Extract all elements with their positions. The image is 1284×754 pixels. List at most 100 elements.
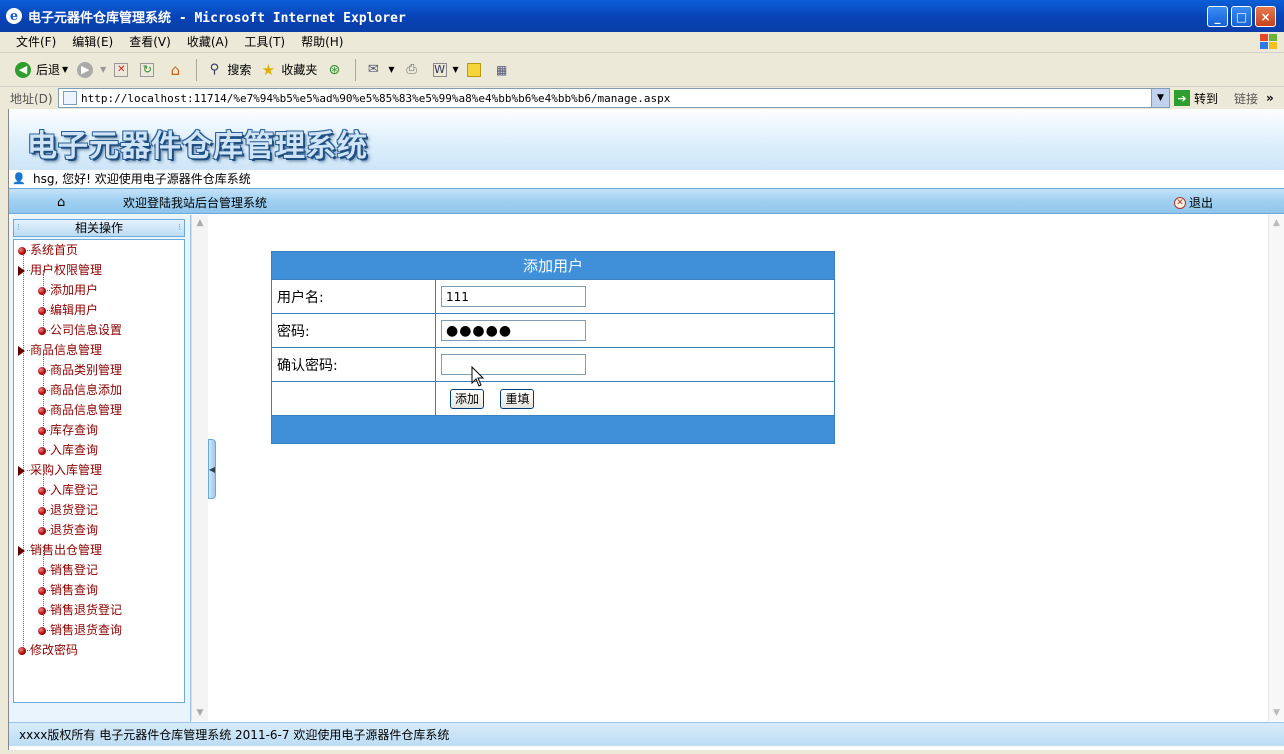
sidebar-item[interactable]: 销售退货登记 <box>38 600 122 620</box>
password-input[interactable] <box>441 320 586 341</box>
collapse-sidebar-button[interactable]: ◀ <box>208 439 216 499</box>
word-edit-icon: W <box>432 62 447 77</box>
sidebar-item[interactable]: 入库登记 <box>38 480 98 500</box>
address-box[interactable]: ▼ <box>58 88 1170 108</box>
menu-file[interactable]: 文件(F) <box>8 32 64 53</box>
confirm-password-input[interactable] <box>441 354 586 375</box>
confirm-password-label: 确认密码: <box>271 347 436 382</box>
search-icon: ⚲ <box>209 62 220 77</box>
sidebar-item[interactable]: 系统首页 <box>18 240 78 260</box>
sidebar-group[interactable]: 商品信息管理 <box>18 340 102 360</box>
sidebar-item[interactable]: 编辑用户 <box>38 300 98 320</box>
tree-guide-line <box>43 290 44 310</box>
sidebar-item[interactable]: 退货登记 <box>38 500 98 520</box>
logout-link[interactable]: ✕ 退出 <box>1173 194 1213 211</box>
stop-button[interactable]: ✕ <box>110 57 136 83</box>
sidebar-item[interactable]: 修改密码 <box>18 640 78 660</box>
bullet-icon <box>38 306 46 315</box>
toolbar-separator <box>355 58 357 81</box>
sidebar-item[interactable]: 销售登记 <box>38 560 98 580</box>
sidebar-item-label: 编辑用户 <box>50 303 99 317</box>
tree-guide-line <box>43 510 44 530</box>
scroll-up-icon[interactable]: ▲ <box>192 215 208 231</box>
sidebar-group[interactable]: 用户权限管理 <box>18 260 102 280</box>
reset-button[interactable]: 重填 <box>500 388 535 409</box>
favorites-button[interactable]: ★ 收藏夹 <box>255 57 321 83</box>
logout-label: 退出 <box>1188 196 1213 210</box>
discuss-button[interactable] <box>463 57 489 83</box>
edit-button[interactable]: W ▼ <box>429 57 463 83</box>
sidebar-item[interactable]: 添加用户 <box>38 280 98 300</box>
add-button[interactable]: 添加 <box>450 388 485 409</box>
print-icon: ⎙ <box>406 62 417 77</box>
sidebar-item[interactable]: 商品信息管理 <box>38 400 122 420</box>
address-dropdown-icon[interactable]: ▼ <box>1151 89 1169 107</box>
windows-flag-icon <box>1258 33 1278 51</box>
menu-bar: 文件(F) 编辑(E) 查看(V) 收藏(A) 工具(T) 帮助(H) <box>0 32 1284 53</box>
search-label: 搜索 <box>227 63 252 77</box>
bullet-icon <box>38 606 46 615</box>
maximize-button[interactable]: □ <box>1231 6 1252 27</box>
bullet-icon <box>38 486 46 495</box>
bullet-icon <box>38 406 46 415</box>
sidebar-item[interactable]: 库存查询 <box>38 420 98 440</box>
research-button[interactable]: ▦ <box>489 57 519 83</box>
address-label: 地址(D) <box>10 91 53 106</box>
links-more-icon[interactable]: » <box>1266 91 1274 105</box>
menu-favorites[interactable]: 收藏(A) <box>179 32 237 53</box>
window-title: 电子元器件仓库管理系统 - Microsoft Internet Explore… <box>28 10 406 26</box>
sidebar-item[interactable]: 商品类别管理 <box>38 360 122 380</box>
forward-button[interactable]: ▶ ▼ <box>72 57 110 83</box>
mail-button[interactable]: ✉ ▼ <box>360 57 398 83</box>
system-name: 电子元器件仓库管理系统 <box>27 129 368 164</box>
go-button[interactable]: ➔ 转到 <box>1174 90 1218 107</box>
forward-dropdown-icon[interactable]: ▼ <box>100 65 106 74</box>
sidebar-item-label: 库存查询 <box>50 423 99 437</box>
sidebar-item[interactable]: 商品信息添加 <box>38 380 122 400</box>
links-button[interactable]: 链接 <box>1234 90 1258 107</box>
sidebar-item[interactable]: 公司信息设置 <box>38 320 122 340</box>
home-icon[interactable]: ⌂ <box>57 195 65 210</box>
sidebar-group[interactable]: 销售出仓管理 <box>18 540 102 560</box>
home-button[interactable]: ⌂ <box>162 57 192 83</box>
password-label: 密码: <box>271 313 436 348</box>
sidebar-item[interactable]: 销售退货查询 <box>38 620 122 640</box>
tree-guide-line <box>43 390 44 410</box>
menu-tools[interactable]: 工具(T) <box>236 32 293 53</box>
minimize-button[interactable]: _ <box>1207 6 1228 27</box>
edit-dropdown-icon[interactable]: ▼ <box>453 65 459 74</box>
menu-view[interactable]: 查看(V) <box>121 32 179 53</box>
sidebar-item[interactable]: 入库查询 <box>38 440 98 460</box>
tree-guide-line <box>43 410 44 430</box>
back-button[interactable]: ◀ 后退 ▼ <box>10 57 72 83</box>
sidebar-item-label: 退货登记 <box>50 503 99 517</box>
close-button[interactable]: × <box>1255 6 1276 27</box>
sidebar-item-label: 销售退货登记 <box>50 603 123 617</box>
address-input[interactable] <box>81 91 1141 105</box>
scroll-down-icon[interactable]: ▼ <box>192 705 208 721</box>
bullet-icon <box>38 626 46 635</box>
go-label: 转到 <box>1194 91 1219 106</box>
sidebar-item[interactable]: 退货查询 <box>38 520 98 540</box>
username-input[interactable] <box>441 286 586 307</box>
bullet-icon <box>38 426 46 435</box>
mail-dropdown-icon[interactable]: ▼ <box>388 65 394 74</box>
sidebar-group[interactable]: 采购入库管理 <box>18 460 102 480</box>
sidebar-item-label: 销售登记 <box>50 563 99 577</box>
sidebar-item[interactable]: 销售查询 <box>38 580 98 600</box>
bullet-icon <box>38 386 46 395</box>
refresh-button[interactable]: ↻ <box>136 57 162 83</box>
scroll-up-icon[interactable]: ▲ <box>1269 215 1284 231</box>
main-scrollbar[interactable]: ▲ ▼ <box>1268 215 1284 721</box>
scroll-down-icon[interactable]: ▼ <box>1269 705 1284 721</box>
menu-help[interactable]: 帮助(H) <box>293 32 351 53</box>
sidebar-scrollbar[interactable]: ▲ ▼ <box>191 215 208 721</box>
bullet-icon <box>38 326 46 335</box>
print-button[interactable]: ⎙ <box>399 57 429 83</box>
browser-window: e 电子元器件仓库管理系统 - Microsoft Internet Explo… <box>0 0 1284 754</box>
menu-edit[interactable]: 编辑(E) <box>64 32 121 53</box>
search-button[interactable]: ⚲ 搜索 <box>201 57 255 83</box>
back-dropdown-icon[interactable]: ▼ <box>62 65 68 74</box>
history-button[interactable]: ⊛ <box>321 57 351 83</box>
home-icon: ⌂ <box>170 60 181 79</box>
